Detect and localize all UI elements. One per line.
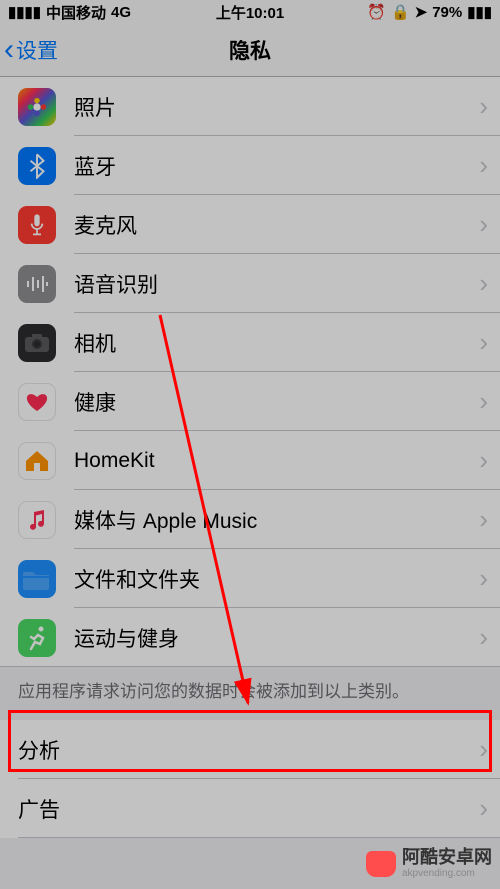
cell-photos[interactable]: 照片 › <box>0 77 500 136</box>
watermark: 阿酷安卓网 akpvending.com <box>366 848 492 879</box>
cell-speech-recognition[interactable]: 语音识别 › <box>0 254 500 313</box>
cell-advertising[interactable]: 广告 › <box>0 779 500 838</box>
cell-label: 运动与健身 <box>74 623 479 653</box>
cell-label: HomeKit <box>74 449 479 473</box>
chevron-right-icon: › <box>479 622 488 653</box>
chevron-right-icon: › <box>479 209 488 240</box>
back-button[interactable]: ‹ 设置 <box>0 35 58 65</box>
chevron-right-icon: › <box>479 734 488 765</box>
cell-camera[interactable]: 相机 › <box>0 313 500 372</box>
chevron-right-icon: › <box>479 386 488 417</box>
navigation-bar: ‹ 设置 隐私 <box>0 24 500 77</box>
watermark-logo-icon <box>366 851 396 877</box>
music-note-icon <box>18 501 56 539</box>
chevron-left-icon: ‹ <box>4 35 14 65</box>
cell-homekit[interactable]: HomeKit › <box>0 431 500 490</box>
chevron-right-icon: › <box>479 445 488 476</box>
location-icon: ➤ <box>415 3 428 21</box>
cell-motion-fitness[interactable]: 运动与健身 › <box>0 608 500 667</box>
chevron-right-icon: › <box>479 563 488 594</box>
cell-bluetooth[interactable]: 蓝牙 › <box>0 136 500 195</box>
signal-icon: ▮▮▮▮ <box>8 3 41 21</box>
chevron-right-icon: › <box>479 150 488 181</box>
cell-label: 广告 <box>18 794 479 824</box>
battery-label: 79% <box>432 4 462 21</box>
chevron-right-icon: › <box>479 327 488 358</box>
running-icon <box>18 619 56 657</box>
battery-icon: ▮▮▮ <box>467 3 492 21</box>
cell-label: 分析 <box>18 735 479 765</box>
chevron-right-icon: › <box>479 91 488 122</box>
lock-rotation-icon: 🔒 <box>391 3 410 21</box>
back-label: 设置 <box>16 35 58 65</box>
cell-microphone[interactable]: 麦克风 › <box>0 195 500 254</box>
clock-label: 上午10:01 <box>216 2 284 23</box>
bluetooth-icon <box>18 147 56 185</box>
folder-icon <box>18 560 56 598</box>
cell-analytics[interactable]: 分析 › <box>0 720 500 779</box>
cell-label: 媒体与 Apple Music <box>74 505 479 535</box>
group-footer-note: 应用程序请求访问您的数据时会被添加到以上类别。 <box>0 667 500 720</box>
status-bar: ▮▮▮▮ 中国移动 4G 上午10:01 ⏰ 🔒 ➤ 79% ▮▮▮ <box>0 0 500 24</box>
carrier-label: 中国移动 <box>46 2 106 23</box>
settings-list[interactable]: 照片 › 蓝牙 › 麦克风 › 语音识别 › <box>0 77 500 838</box>
chevron-right-icon: › <box>479 504 488 535</box>
watermark-url: akpvending.com <box>402 868 492 879</box>
microphone-icon <box>18 206 56 244</box>
cell-health[interactable]: 健康 › <box>0 372 500 431</box>
cell-label: 蓝牙 <box>74 151 479 181</box>
page-title: 隐私 <box>229 35 271 65</box>
cell-label: 语音识别 <box>74 269 479 299</box>
photos-icon <box>18 88 56 126</box>
chevron-right-icon: › <box>479 793 488 824</box>
heart-icon <box>18 383 56 421</box>
cell-label: 文件和文件夹 <box>74 564 479 594</box>
cell-label: 照片 <box>74 92 479 122</box>
home-icon <box>18 442 56 480</box>
cell-files-folders[interactable]: 文件和文件夹 › <box>0 549 500 608</box>
cell-media-apple-music[interactable]: 媒体与 Apple Music › <box>0 490 500 549</box>
cell-label: 健康 <box>74 387 479 417</box>
waveform-icon <box>18 265 56 303</box>
alarm-icon: ⏰ <box>367 3 386 21</box>
camera-icon <box>18 324 56 362</box>
watermark-title: 阿酷安卓网 <box>402 848 492 868</box>
cell-label: 麦克风 <box>74 210 479 240</box>
network-label: 4G <box>111 4 131 21</box>
cell-label: 相机 <box>74 328 479 358</box>
chevron-right-icon: › <box>479 268 488 299</box>
